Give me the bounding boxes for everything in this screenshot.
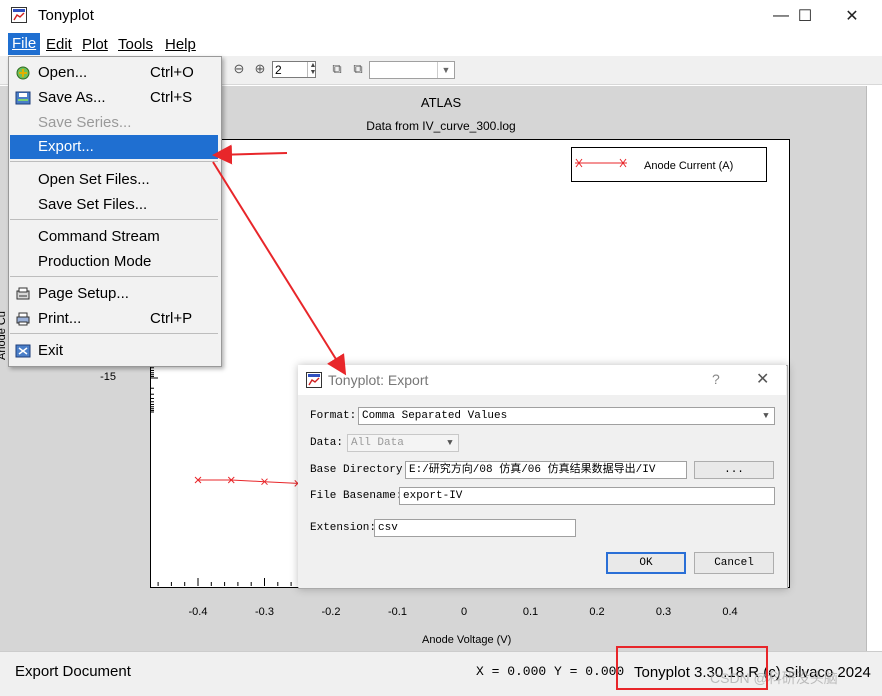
- annotation-arrows: [212, 144, 347, 376]
- arrow-to-dialog: [212, 161, 347, 376]
- arrow-to-export: [212, 144, 288, 165]
